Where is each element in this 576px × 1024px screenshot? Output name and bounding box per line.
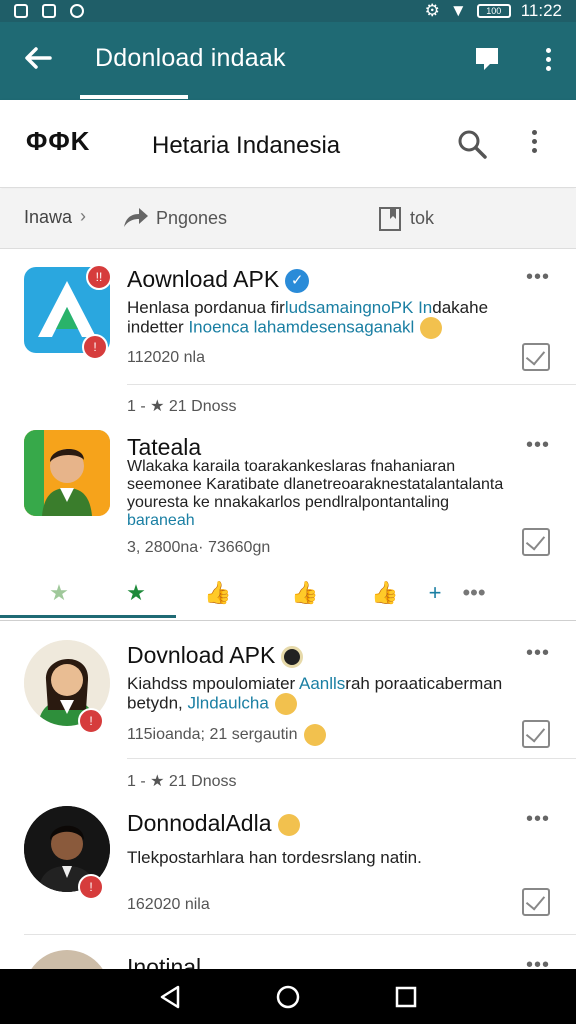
post-meta: 115ioanda; 21 sergautin: [127, 724, 326, 746]
thumbs-up-icon[interactable]: 👍: [203, 578, 233, 608]
search-icon[interactable]: [456, 128, 488, 160]
post-title: Aownload APK ✓: [127, 266, 310, 293]
post-title: Tateala: [127, 434, 202, 460]
battery-icon: 100: [476, 4, 511, 18]
app-logo: ΦΦK: [26, 126, 91, 156]
back-triangle-icon[interactable]: [156, 983, 184, 1011]
emoji-icon: [420, 317, 443, 339]
share-icon[interactable]: [122, 205, 150, 229]
chat-icon[interactable]: [474, 46, 500, 72]
back-arrow-icon[interactable]: [22, 42, 54, 74]
emoji-icon: [277, 813, 300, 836]
emoji-icon: [274, 693, 297, 715]
divider: [24, 934, 576, 935]
post-meta: 112020 nla: [127, 349, 205, 366]
post-stats: 1 - ★ 21 Dnoss: [127, 773, 237, 790]
post-body: Kiahdss mpoulomiater Aanllsrah poraatica…: [127, 674, 527, 715]
home-circle-icon[interactable]: [274, 983, 302, 1011]
lock-notification-icon: [42, 4, 56, 18]
notification-badge: !: [78, 874, 104, 900]
post-avatar[interactable]: [24, 950, 110, 970]
star-outline-icon[interactable]: ★: [44, 578, 74, 608]
select-checkbox[interactable]: [522, 343, 550, 371]
bookmark-icon[interactable]: [378, 206, 402, 232]
header-overflow-icon[interactable]: [530, 130, 538, 158]
breadcrumb-first[interactable]: Inawa: [24, 207, 72, 228]
image-notification-icon: [14, 4, 28, 18]
divider: [127, 758, 576, 759]
divider: [0, 620, 576, 621]
post-avatar[interactable]: [24, 430, 110, 516]
notification-badge: !: [82, 334, 108, 360]
divider: [127, 384, 576, 385]
chevron-right-icon: ›: [80, 206, 86, 226]
notification-badge: !!: [86, 264, 112, 290]
reaction-toolbar: ★ ★ 👍 👍 👍 + •••: [0, 570, 576, 618]
post-meta: 3, 2800na· 73660gn: [127, 539, 271, 556]
status-bar: ⚙ ▼ 100 11:22: [0, 0, 576, 22]
selected-tab-indicator: [0, 615, 176, 618]
star-filled-icon[interactable]: ★: [121, 578, 151, 608]
select-checkbox[interactable]: [522, 528, 550, 556]
clock: 11:22: [520, 1, 562, 20]
post-body: Wlakaka karaila toarakankeslaras fnahani…: [127, 458, 504, 529]
post-more-icon[interactable]: •••: [526, 266, 550, 289]
breadcrumb-second[interactable]: Pngones: [156, 208, 227, 229]
plus-icon[interactable]: +: [420, 578, 450, 608]
alarm-icon: ⚙: [424, 1, 440, 20]
post-stats: 1 - ★ 21 Dnoss: [127, 398, 237, 415]
emoji-icon: [281, 645, 304, 668]
recents-square-icon[interactable]: [392, 983, 420, 1011]
breadcrumb: Inawa › Pngones tok: [0, 189, 576, 249]
notification-badge: !: [78, 708, 104, 734]
wifi-icon: ▼: [449, 1, 467, 20]
post-more-icon[interactable]: •••: [526, 434, 550, 457]
overflow-menu-icon[interactable]: [544, 48, 552, 74]
app-title: Ddonload indaak: [95, 44, 286, 72]
app-bar: Ddonload indaak: [0, 22, 576, 100]
emoji-icon: [303, 724, 326, 746]
post-title: DonnodalAdla: [127, 810, 300, 837]
active-tab-indicator: [80, 95, 188, 99]
verified-icon: ✓: [285, 268, 310, 293]
post-more-icon[interactable]: •••: [526, 954, 550, 970]
post-title: Inotinal: [127, 954, 202, 970]
header-heading: Hetaria Indanesia: [152, 132, 341, 159]
post-meta: 162020 nila: [127, 896, 210, 913]
search-header: ΦΦK Hetaria Indanesia: [0, 100, 576, 188]
system-nav-bar: [0, 969, 576, 1024]
post-title: Dovnload APK: [127, 642, 304, 669]
breadcrumb-third[interactable]: tok: [410, 208, 434, 229]
person-illustration-icon: [24, 430, 110, 516]
post-more-icon[interactable]: •••: [526, 642, 550, 665]
post-body: Henlasa pordanua firludsamaingnoPK Indak…: [127, 298, 527, 339]
post-feed: !! ! Aownload APK ✓ ••• Henlasa pordanua …: [0, 250, 576, 970]
more-icon[interactable]: •••: [456, 578, 492, 608]
select-checkbox[interactable]: [522, 888, 550, 916]
like-icon[interactable]: 👍: [290, 578, 320, 608]
post-body: Tlekpostarhlara han tordesrslang natin.: [127, 848, 422, 867]
thumb-icon[interactable]: 👍: [370, 578, 400, 608]
post-more-icon[interactable]: •••: [526, 808, 550, 831]
select-checkbox[interactable]: [522, 720, 550, 748]
app-notification-icon: [70, 4, 84, 18]
